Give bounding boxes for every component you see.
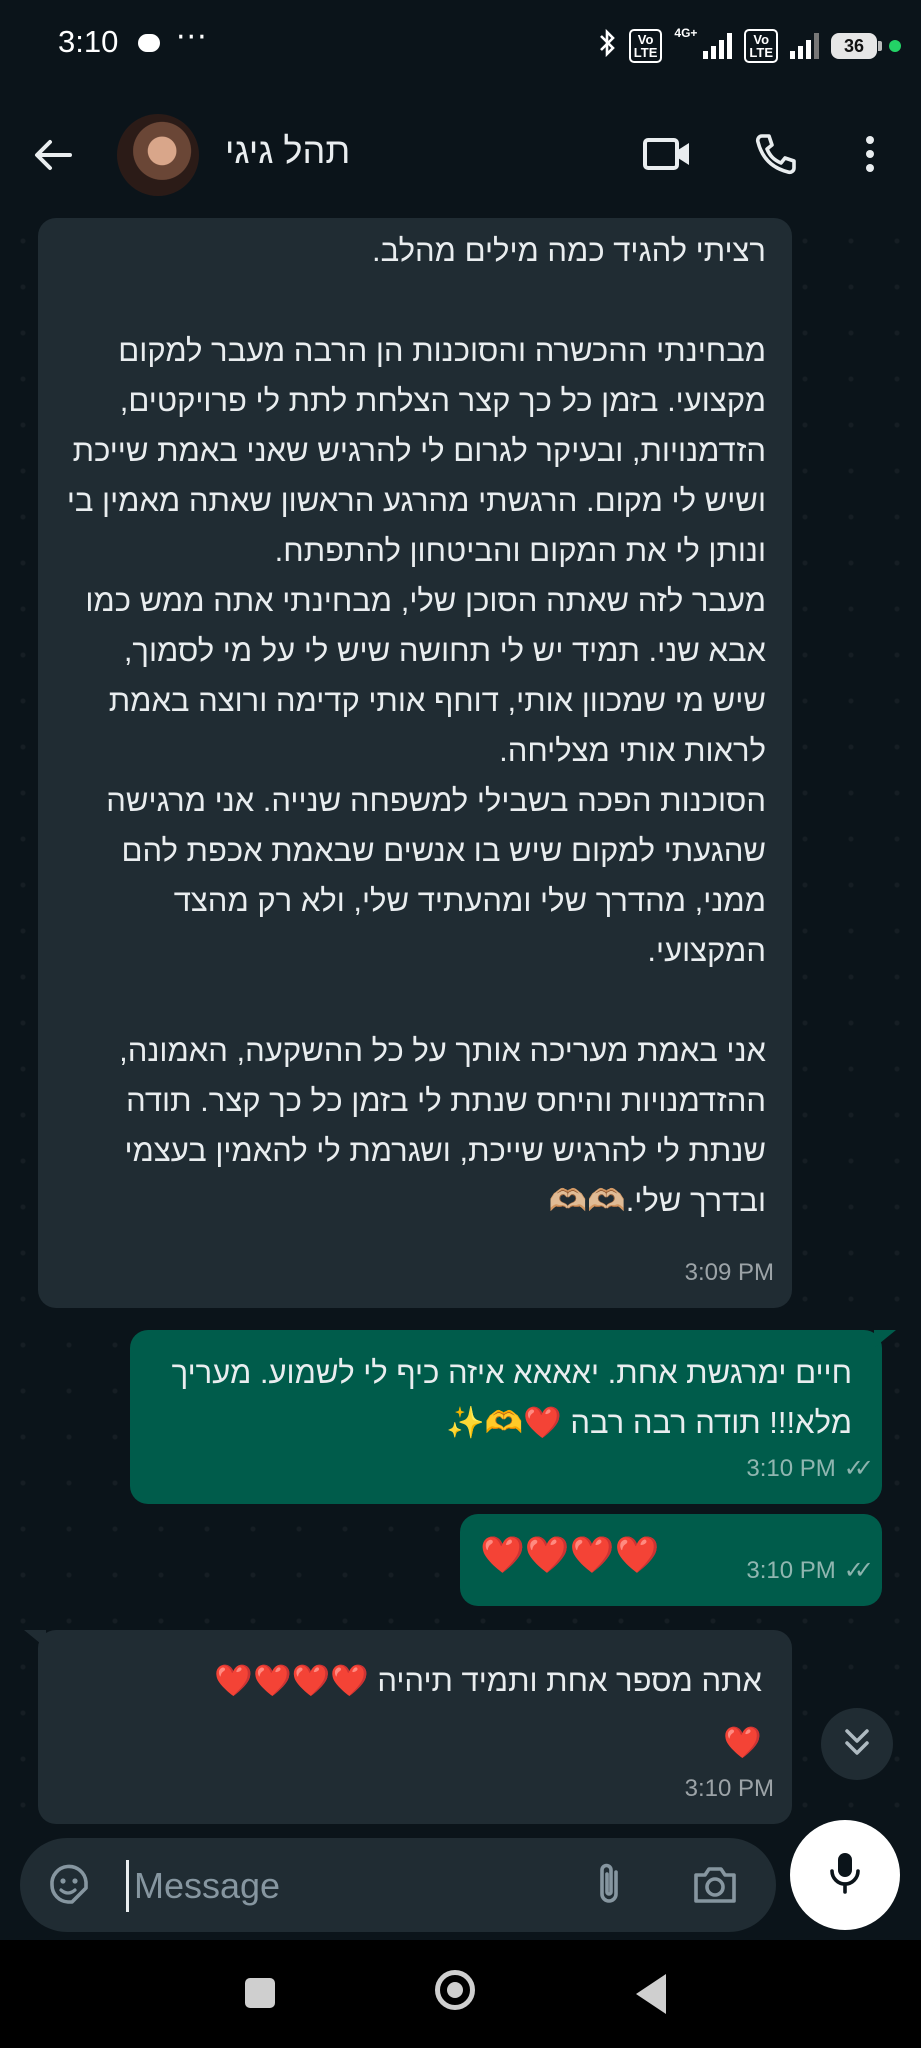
scroll-down-icon [842,1726,872,1762]
message-composer [20,1838,776,1932]
camera-icon[interactable] [690,1860,740,1910]
contact-avatar[interactable] [117,114,199,196]
message-text: רציתי להגיד כמה מילים מהלב. מבחינתי ההכש… [66,233,766,1218]
message-time: 3:10 PM [746,1455,836,1482]
outgoing-message-bubble[interactable]: ❤️❤️❤️❤️ 3:10 PM ✓✓ [460,1514,882,1606]
message-meta: 3:10 PM ✓✓ [746,1546,874,1596]
back-arrow-icon[interactable] [30,132,76,178]
status-bar: 3:10 ··· Vo LTE 4G+ Vo LTE 36 [0,0,921,92]
status-icons: Vo LTE 4G+ Vo LTE 36 [597,26,901,66]
message-meta: 3:10 PM ✓✓ [746,1444,874,1494]
message-time: 3:10 PM [684,1775,774,1802]
scroll-down-button[interactable] [821,1708,893,1780]
bubble-tail [24,1630,46,1648]
message-input[interactable] [132,1856,536,1916]
home-button[interactable] [435,1970,475,2010]
incoming-message-bubble[interactable]: אתה מספר אחת ותמיד תיהיה ❤️❤️❤️❤️ ❤️ 3:1… [24,1630,792,1824]
video-call-icon[interactable] [637,124,697,184]
chat-messages-area[interactable]: רציתי להגיד כמה מילים מהלב. מבחינתי ההכש… [0,218,921,1830]
message-meta: 3:10 PM [685,1764,774,1814]
signal-strength-icon-2 [790,33,819,59]
voice-call-icon[interactable] [746,124,806,184]
message-text: אתה מספר אחת ותמיד תיהיה ❤️❤️❤️❤️ ❤️ [214,1663,762,1760]
more-options-icon[interactable] [840,124,900,184]
incoming-message-bubble[interactable]: רציתי להגיד כמה מילים מהלב. מבחינתי ההכש… [38,218,792,1308]
bubble-tail [874,1330,896,1348]
outgoing-message-bubble[interactable]: חיים ימרגשת אחת. יאאאא איזה כיף לי לשמוע… [130,1330,896,1504]
battery-icon: 36 [831,33,882,59]
system-navigation-bar [0,1940,921,2048]
message-time: 3:09 PM [684,1259,774,1286]
network-type-label: 4G+ [674,26,698,40]
voice-message-button[interactable] [790,1820,900,1930]
sticker-icon[interactable] [46,1862,92,1908]
volte-badge: Vo LTE [628,29,663,63]
read-receipt-icon: ✓✓ [843,1455,874,1482]
signal-strength-icon [703,33,733,59]
message-time: 3:10 PM [746,1557,836,1584]
recent-apps-button[interactable] [245,1978,275,2008]
message-text: חיים ימרגשת אחת. יאאאא איזה כיף לי לשמוע… [163,1355,852,1440]
status-time: 3:10 [58,24,119,59]
volte-badge-2: Vo LTE [744,29,778,63]
text-cursor [126,1860,129,1912]
more-notifications-indicator: ··· [176,20,208,55]
chat-header: תהל גיגי [0,92,921,218]
message-meta: 3:09 PM [685,1248,774,1298]
chat-notification-icon [138,34,160,52]
mic-icon [827,1850,863,1900]
read-receipt-icon: ✓✓ [843,1557,874,1584]
contact-name[interactable]: תהל גיגי [225,130,350,172]
privacy-indicator-dot [889,40,901,52]
attach-icon[interactable] [586,1860,634,1908]
system-back-button[interactable] [636,1974,666,2014]
bluetooth-icon [597,28,617,65]
